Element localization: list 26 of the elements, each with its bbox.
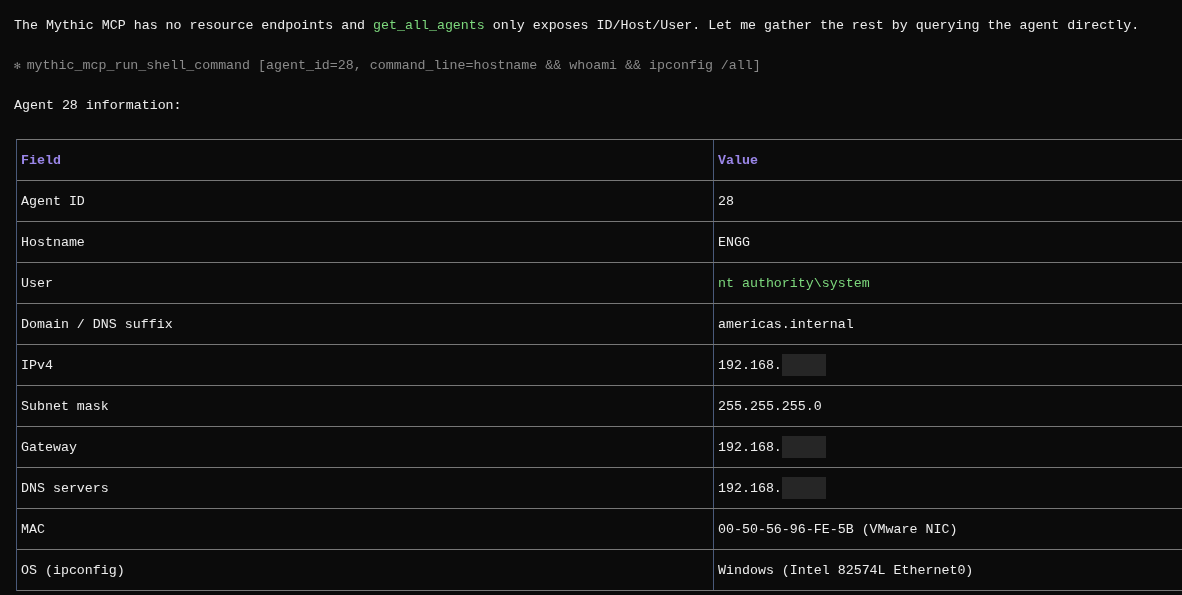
intro-sentence: The Mythic MCP has no resource endpoints and get_all_agents only exposes ID/Host/User. Let me gather the rest by querying the agent directly. bbox=[14, 17, 1141, 35]
column-header: Field bbox=[21, 152, 61, 168]
table-cell: Hostname bbox=[21, 234, 85, 250]
table-cell: 192.168. bbox=[718, 480, 782, 496]
table-cell: Subnet mask bbox=[21, 398, 109, 414]
section-heading: Agent 28 information: bbox=[14, 97, 183, 115]
table-cell: DNS servers bbox=[21, 480, 109, 496]
table-cell: americas.internal bbox=[718, 316, 854, 332]
table-cell: 192.168. bbox=[718, 439, 782, 455]
tool-call-text: mythic_mcp_run_shell_command [agent_id=28, command_line=hostname && whoami && ipconfig /all] bbox=[26, 57, 761, 75]
table-cell: nt authority\system bbox=[718, 275, 870, 291]
table-cell: MAC bbox=[21, 521, 45, 537]
table-cell: Domain / DNS suffix bbox=[21, 316, 173, 332]
table-cell: ENGG bbox=[718, 234, 750, 250]
table-cell: User bbox=[21, 275, 53, 291]
table-cell: 28 bbox=[718, 193, 734, 209]
table-cell: 255.255.255.0 bbox=[718, 398, 822, 414]
table-cell: 00-50-56-96-FE-5B (VMware NIC) bbox=[718, 521, 958, 537]
tool-status-glyph: ✻ bbox=[14, 59, 21, 74]
table-cell: OS (ipconfig) bbox=[21, 562, 125, 578]
table-cell: Agent ID bbox=[21, 193, 85, 209]
table-cell: IPv4 bbox=[21, 357, 53, 373]
table-cell: Gateway bbox=[21, 439, 77, 455]
column-header: Value bbox=[718, 152, 758, 168]
table-cell: Windows (Intel 82574L Ethernet0) bbox=[718, 562, 974, 578]
table-cell: 192.168. bbox=[718, 357, 782, 373]
